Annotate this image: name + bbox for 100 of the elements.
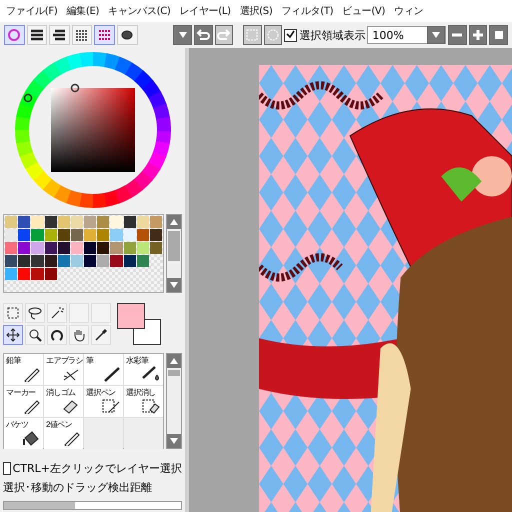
drag-distance-slider[interactable]: [3, 500, 182, 510]
primary-color[interactable]: [117, 302, 145, 329]
color-swatch[interactable]: [110, 255, 122, 267]
color-swatch[interactable]: [97, 216, 110, 228]
brush-tool[interactable]: 鉛筆: [4, 354, 43, 385]
down-arrow-icon: [170, 438, 178, 444]
color-wheel[interactable]: [12, 50, 172, 210]
color-swatch[interactable]: [44, 242, 57, 254]
color-swatch[interactable]: [44, 255, 57, 267]
panel-tab[interactable]: [116, 25, 138, 45]
deselect-button[interactable]: [242, 25, 262, 45]
scrollbar[interactable]: [166, 352, 182, 449]
color-swatch[interactable]: [58, 255, 70, 267]
layer-select-checkbox[interactable]: [3, 462, 11, 475]
color-swatch[interactable]: [18, 268, 30, 280]
color-swatch[interactable]: [84, 216, 96, 228]
color-swatch[interactable]: [31, 216, 44, 228]
zoom-reset-button[interactable]: [489, 25, 508, 45]
scroll-thumb[interactable]: [168, 370, 180, 376]
menu-item[interactable]: 編集(E): [66, 4, 100, 18]
rotate-icon: [50, 328, 64, 342]
color-swatch[interactable]: [150, 229, 162, 241]
color-swatch[interactable]: [84, 242, 96, 254]
color-swatch[interactable]: [44, 268, 57, 280]
color-swatch[interactable]: [58, 229, 70, 241]
color-swatch[interactable]: [124, 216, 136, 228]
color-swatch[interactable]: [70, 229, 83, 241]
brush-tool[interactable]: マーカー: [4, 386, 43, 417]
menu-item[interactable]: ウィン: [394, 4, 424, 18]
color-swatch[interactable]: [70, 242, 83, 254]
color-swatch[interactable]: [58, 216, 70, 228]
menu-item[interactable]: キャンバス(C): [108, 4, 170, 18]
color-swatch[interactable]: [44, 216, 57, 228]
brush-tool[interactable]: 選択消し: [124, 386, 163, 417]
brush-tool[interactable]: 消しゴム: [44, 386, 83, 417]
panel-tab[interactable]: [72, 25, 92, 45]
color-swatch[interactable]: [136, 229, 149, 241]
color-swatch[interactable]: [84, 229, 96, 241]
invert-selection-button[interactable]: [264, 25, 282, 45]
bucket-icon: [21, 430, 41, 446]
color-swatch[interactable]: [70, 255, 83, 267]
brush-tool[interactable]: 水彩筆: [124, 354, 163, 385]
color-swatch[interactable]: [18, 216, 30, 228]
color-swatch[interactable]: [136, 242, 149, 254]
zoom-in-button[interactable]: [468, 25, 488, 45]
color-swatch[interactable]: [84, 255, 96, 267]
color-swatch[interactable]: [110, 242, 122, 254]
brush-tool[interactable]: バケツ: [4, 418, 43, 449]
color-swatch[interactable]: [31, 229, 44, 241]
color-swatch[interactable]: [97, 255, 110, 267]
scroll-thumb[interactable]: [168, 231, 180, 261]
panel-tab[interactable]: [49, 25, 70, 45]
color-swatch[interactable]: [44, 229, 57, 241]
palette-grid-icon: [98, 28, 112, 42]
color-swatch[interactable]: [31, 242, 44, 254]
color-swatch[interactable]: [136, 216, 149, 228]
color-swatch[interactable]: [150, 216, 162, 228]
color-swatch[interactable]: [31, 255, 44, 267]
brush-tool[interactable]: エアブラシ: [44, 354, 83, 385]
color-swatch[interactable]: [5, 229, 18, 241]
tool-button[interactable]: [3, 324, 23, 345]
color-swatch[interactable]: [5, 242, 18, 254]
menu-item[interactable]: ビュー(V): [342, 4, 386, 18]
color-swatch[interactable]: [150, 242, 162, 254]
color-swatch[interactable]: [110, 229, 122, 241]
color-swatch[interactable]: [97, 229, 110, 241]
scrollbar[interactable]: [166, 214, 182, 293]
color-swatch[interactable]: [31, 268, 44, 280]
color-swatch[interactable]: [124, 255, 136, 267]
menu-item[interactable]: 選択(S): [240, 4, 272, 18]
zoom-out-button[interactable]: [448, 25, 467, 45]
brush-tool[interactable]: 選択ペン: [84, 386, 123, 417]
drag-distance-label: 選択･移動のドラッグ検出距離: [3, 480, 153, 495]
zoom-select[interactable]: 100%: [367, 26, 446, 44]
color-swatch[interactable]: [97, 242, 110, 254]
color-swatch[interactable]: [18, 229, 30, 241]
color-swatch[interactable]: [136, 255, 149, 267]
color-swatch[interactable]: [70, 216, 83, 228]
color-swatch[interactable]: [18, 242, 30, 254]
color-swatch[interactable]: [110, 216, 122, 228]
color-swatch[interactable]: [5, 255, 18, 267]
color-swatch[interactable]: [18, 255, 30, 267]
color-swatch[interactable]: [124, 242, 136, 254]
dropdown-button[interactable]: [173, 25, 192, 45]
menu-item[interactable]: ファイル(F): [6, 4, 58, 18]
color-swatch[interactable]: [58, 242, 70, 254]
up-arrow-icon: [170, 358, 178, 364]
magnifier-icon: [28, 328, 42, 342]
slider-bars-icon: [30, 28, 44, 42]
selection-display-checkbox[interactable]: [284, 28, 298, 42]
menu-item[interactable]: レイヤー(L): [179, 4, 231, 18]
color-swatch[interactable]: [5, 216, 18, 228]
brush-tool[interactable]: 2値ペン: [44, 418, 83, 449]
brush-tool[interactable]: 筆: [84, 354, 123, 385]
color-swatch[interactable]: [5, 268, 18, 280]
undo-button[interactable]: [194, 25, 213, 45]
panel-tab[interactable]: [26, 25, 48, 45]
menu-item[interactable]: フィルタ(T): [281, 4, 334, 18]
redo-button[interactable]: [214, 25, 234, 45]
color-swatch[interactable]: [124, 229, 136, 241]
